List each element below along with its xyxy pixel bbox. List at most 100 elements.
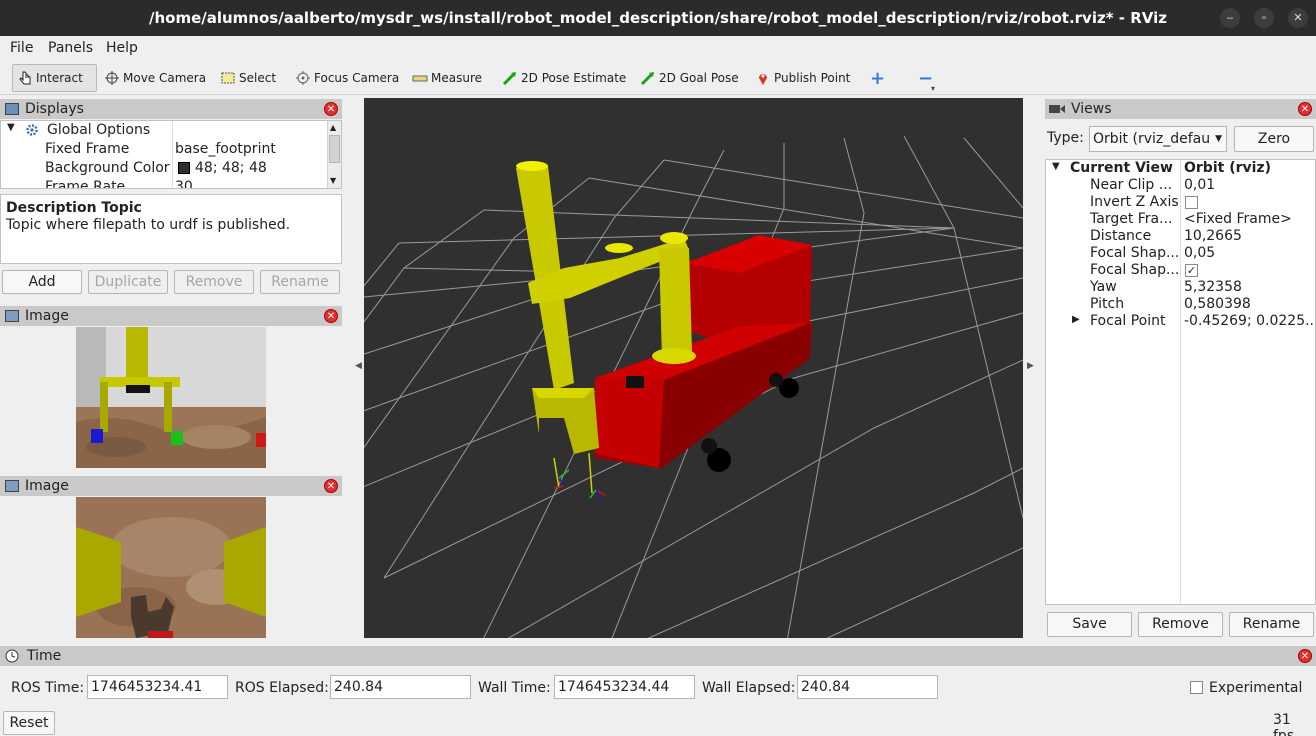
time-panel-header: Time ✕ <box>0 646 1316 666</box>
focus-camera-tool-button[interactable]: Focus Camera <box>291 64 403 92</box>
add-tool-button[interactable]: + <box>866 64 889 92</box>
column-divider <box>1180 160 1181 604</box>
dropdown-arrow-icon: ▼ <box>1215 134 1222 144</box>
tree-row-fixed-frame[interactable]: Fixed Frame base_footprint <box>1 141 341 160</box>
displays-title: Displays <box>25 101 84 117</box>
ruler-icon <box>412 70 428 86</box>
displays-tree[interactable]: ▼ Global Options Fixed Frame base_footpr… <box>0 120 342 189</box>
focal-shape-fixed-checkbox[interactable]: ✓ <box>1185 264 1198 277</box>
reset-button[interactable]: Reset <box>3 711 55 735</box>
views-tree[interactable]: ▼ Current View Orbit (rviz) Near Clip ..… <box>1045 159 1316 605</box>
tree-value[interactable]: 5,32358 <box>1184 279 1242 295</box>
toolbar: Interact Move Camera Select Focus Camera… <box>0 61 1316 95</box>
color-swatch[interactable] <box>178 162 190 174</box>
tree-key: Background Color <box>45 160 170 176</box>
tree-value[interactable]: 0,580398 <box>1184 296 1251 312</box>
invert-z-checkbox[interactable] <box>1185 196 1198 209</box>
menu-help[interactable]: Help <box>106 40 138 56</box>
tree-key: Fixed Frame <box>45 141 130 157</box>
tree-value[interactable]: 10,2665 <box>1184 228 1242 244</box>
publish-point-tool-button[interactable]: Publish Point <box>751 64 854 92</box>
view-type-select[interactable]: Orbit (rviz_defau ▼ <box>1089 126 1227 152</box>
tree-value[interactable]: 48; 48; 48 <box>195 160 267 176</box>
displays-scrollbar[interactable]: ▲ ▼ <box>327 121 341 188</box>
close-views-icon[interactable]: ✕ <box>1298 102 1312 116</box>
expand-arrow-icon[interactable]: ▼ <box>7 122 15 133</box>
image-icon <box>5 310 19 322</box>
tree-row-global-options[interactable]: ▼ Global Options <box>1 122 341 141</box>
measure-label: Measure <box>431 71 482 85</box>
rename-display-button[interactable]: Rename <box>260 270 340 294</box>
views-title: Views <box>1071 101 1112 117</box>
viewport-scene <box>364 98 1023 638</box>
tree-key: Global Options <box>47 122 151 138</box>
zero-button[interactable]: Zero <box>1234 126 1314 152</box>
3d-viewport[interactable] <box>364 98 1023 638</box>
tree-key: Distance <box>1090 228 1152 244</box>
remove-display-button[interactable]: Remove <box>174 270 254 294</box>
map-pin-icon <box>755 70 771 86</box>
scrollbar-thumb[interactable] <box>329 135 340 163</box>
tree-value[interactable]: 30 <box>175 179 193 188</box>
close-displays-icon[interactable]: ✕ <box>324 102 338 116</box>
goal-pose-tool-button[interactable]: 2D Goal Pose <box>636 64 743 92</box>
image-panel-title: Image <box>25 478 69 494</box>
menu-bar: File Panels Help <box>0 36 1316 60</box>
wall-time-label: Wall Time: <box>478 680 551 696</box>
ros-elapsed-field[interactable]: 240.84 <box>330 675 471 699</box>
minimize-button[interactable]: – <box>1220 8 1240 28</box>
experimental-checkbox[interactable] <box>1190 681 1203 694</box>
menu-panels[interactable]: Panels <box>48 40 93 56</box>
collapse-left-arrow-icon[interactable]: ◀ <box>355 360 362 371</box>
tree-key: Yaw <box>1090 279 1117 295</box>
close-image-icon[interactable]: ✕ <box>324 479 338 493</box>
tree-key: Invert Z Axis <box>1090 194 1179 210</box>
tree-value[interactable]: <Fixed Frame> <box>1184 211 1292 227</box>
duplicate-display-button[interactable]: Duplicate <box>88 270 168 294</box>
tree-value[interactable]: base_footprint <box>175 141 276 157</box>
tree-key: Target Fra... <box>1090 211 1173 227</box>
tree-value[interactable]: -0.45269; 0.0225... <box>1184 313 1315 329</box>
scroll-up-icon[interactable]: ▲ <box>330 123 336 132</box>
interact-label: Interact <box>36 71 83 85</box>
expand-arrow-icon[interactable]: ▶ <box>1072 314 1080 325</box>
scroll-down-icon[interactable]: ▼ <box>330 176 336 185</box>
ros-time-field[interactable]: 1746453234.41 <box>87 675 228 699</box>
time-title: Time <box>27 648 62 664</box>
image-panel-header-1: Image ✕ <box>0 306 342 326</box>
maximize-button[interactable]: ▫ <box>1254 8 1274 28</box>
close-window-button[interactable]: ✕ <box>1288 8 1308 28</box>
wall-elapsed-field[interactable]: 240.84 <box>797 675 938 699</box>
goal-pose-label: 2D Goal Pose <box>659 71 739 85</box>
tree-value[interactable]: 0,05 <box>1184 245 1215 261</box>
toolbar-menu-arrow-icon[interactable]: ▾ <box>931 84 935 93</box>
remove-view-button[interactable]: Remove <box>1138 612 1223 637</box>
close-time-icon[interactable]: ✕ <box>1298 649 1312 663</box>
add-display-button[interactable]: Add <box>2 270 82 294</box>
description-title: Description Topic <box>6 200 142 216</box>
expand-arrow-icon[interactable]: ▼ <box>1052 161 1060 172</box>
tree-key: Focal Shap... <box>1090 245 1180 261</box>
description-box: Description Topic Topic where filepath t… <box>0 194 342 264</box>
wall-elapsed-label: Wall Elapsed: <box>702 680 796 696</box>
tree-key: Focal Point <box>1090 313 1166 329</box>
measure-tool-button[interactable]: Measure <box>408 64 486 92</box>
image-panel-header-2: Image ✕ <box>0 476 342 496</box>
move-camera-tool-button[interactable]: Move Camera <box>100 64 210 92</box>
wall-time-field[interactable]: 1746453234.44 <box>554 675 695 699</box>
select-label: Select <box>239 71 277 85</box>
select-tool-button[interactable]: Select <box>216 64 280 92</box>
pose-estimate-tool-button[interactable]: 2D Pose Estimate <box>498 64 630 92</box>
interact-tool-button[interactable]: Interact <box>12 64 97 92</box>
tree-value[interactable]: 0,01 <box>1184 177 1215 193</box>
close-image-icon[interactable]: ✕ <box>324 309 338 323</box>
rename-view-button[interactable]: Rename <box>1229 612 1314 637</box>
tree-row-frame-rate[interactable]: Frame Rate 30 <box>1 179 341 188</box>
focus-camera-label: Focus Camera <box>314 71 400 85</box>
tree-row-background-color[interactable]: Background Color 48; 48; 48 <box>1 160 341 179</box>
tree-key: Pitch <box>1090 296 1125 312</box>
image-icon <box>5 480 19 492</box>
collapse-right-arrow-icon[interactable]: ▶ <box>1027 360 1034 371</box>
save-view-button[interactable]: Save <box>1047 612 1132 637</box>
menu-file[interactable]: File <box>10 40 33 56</box>
